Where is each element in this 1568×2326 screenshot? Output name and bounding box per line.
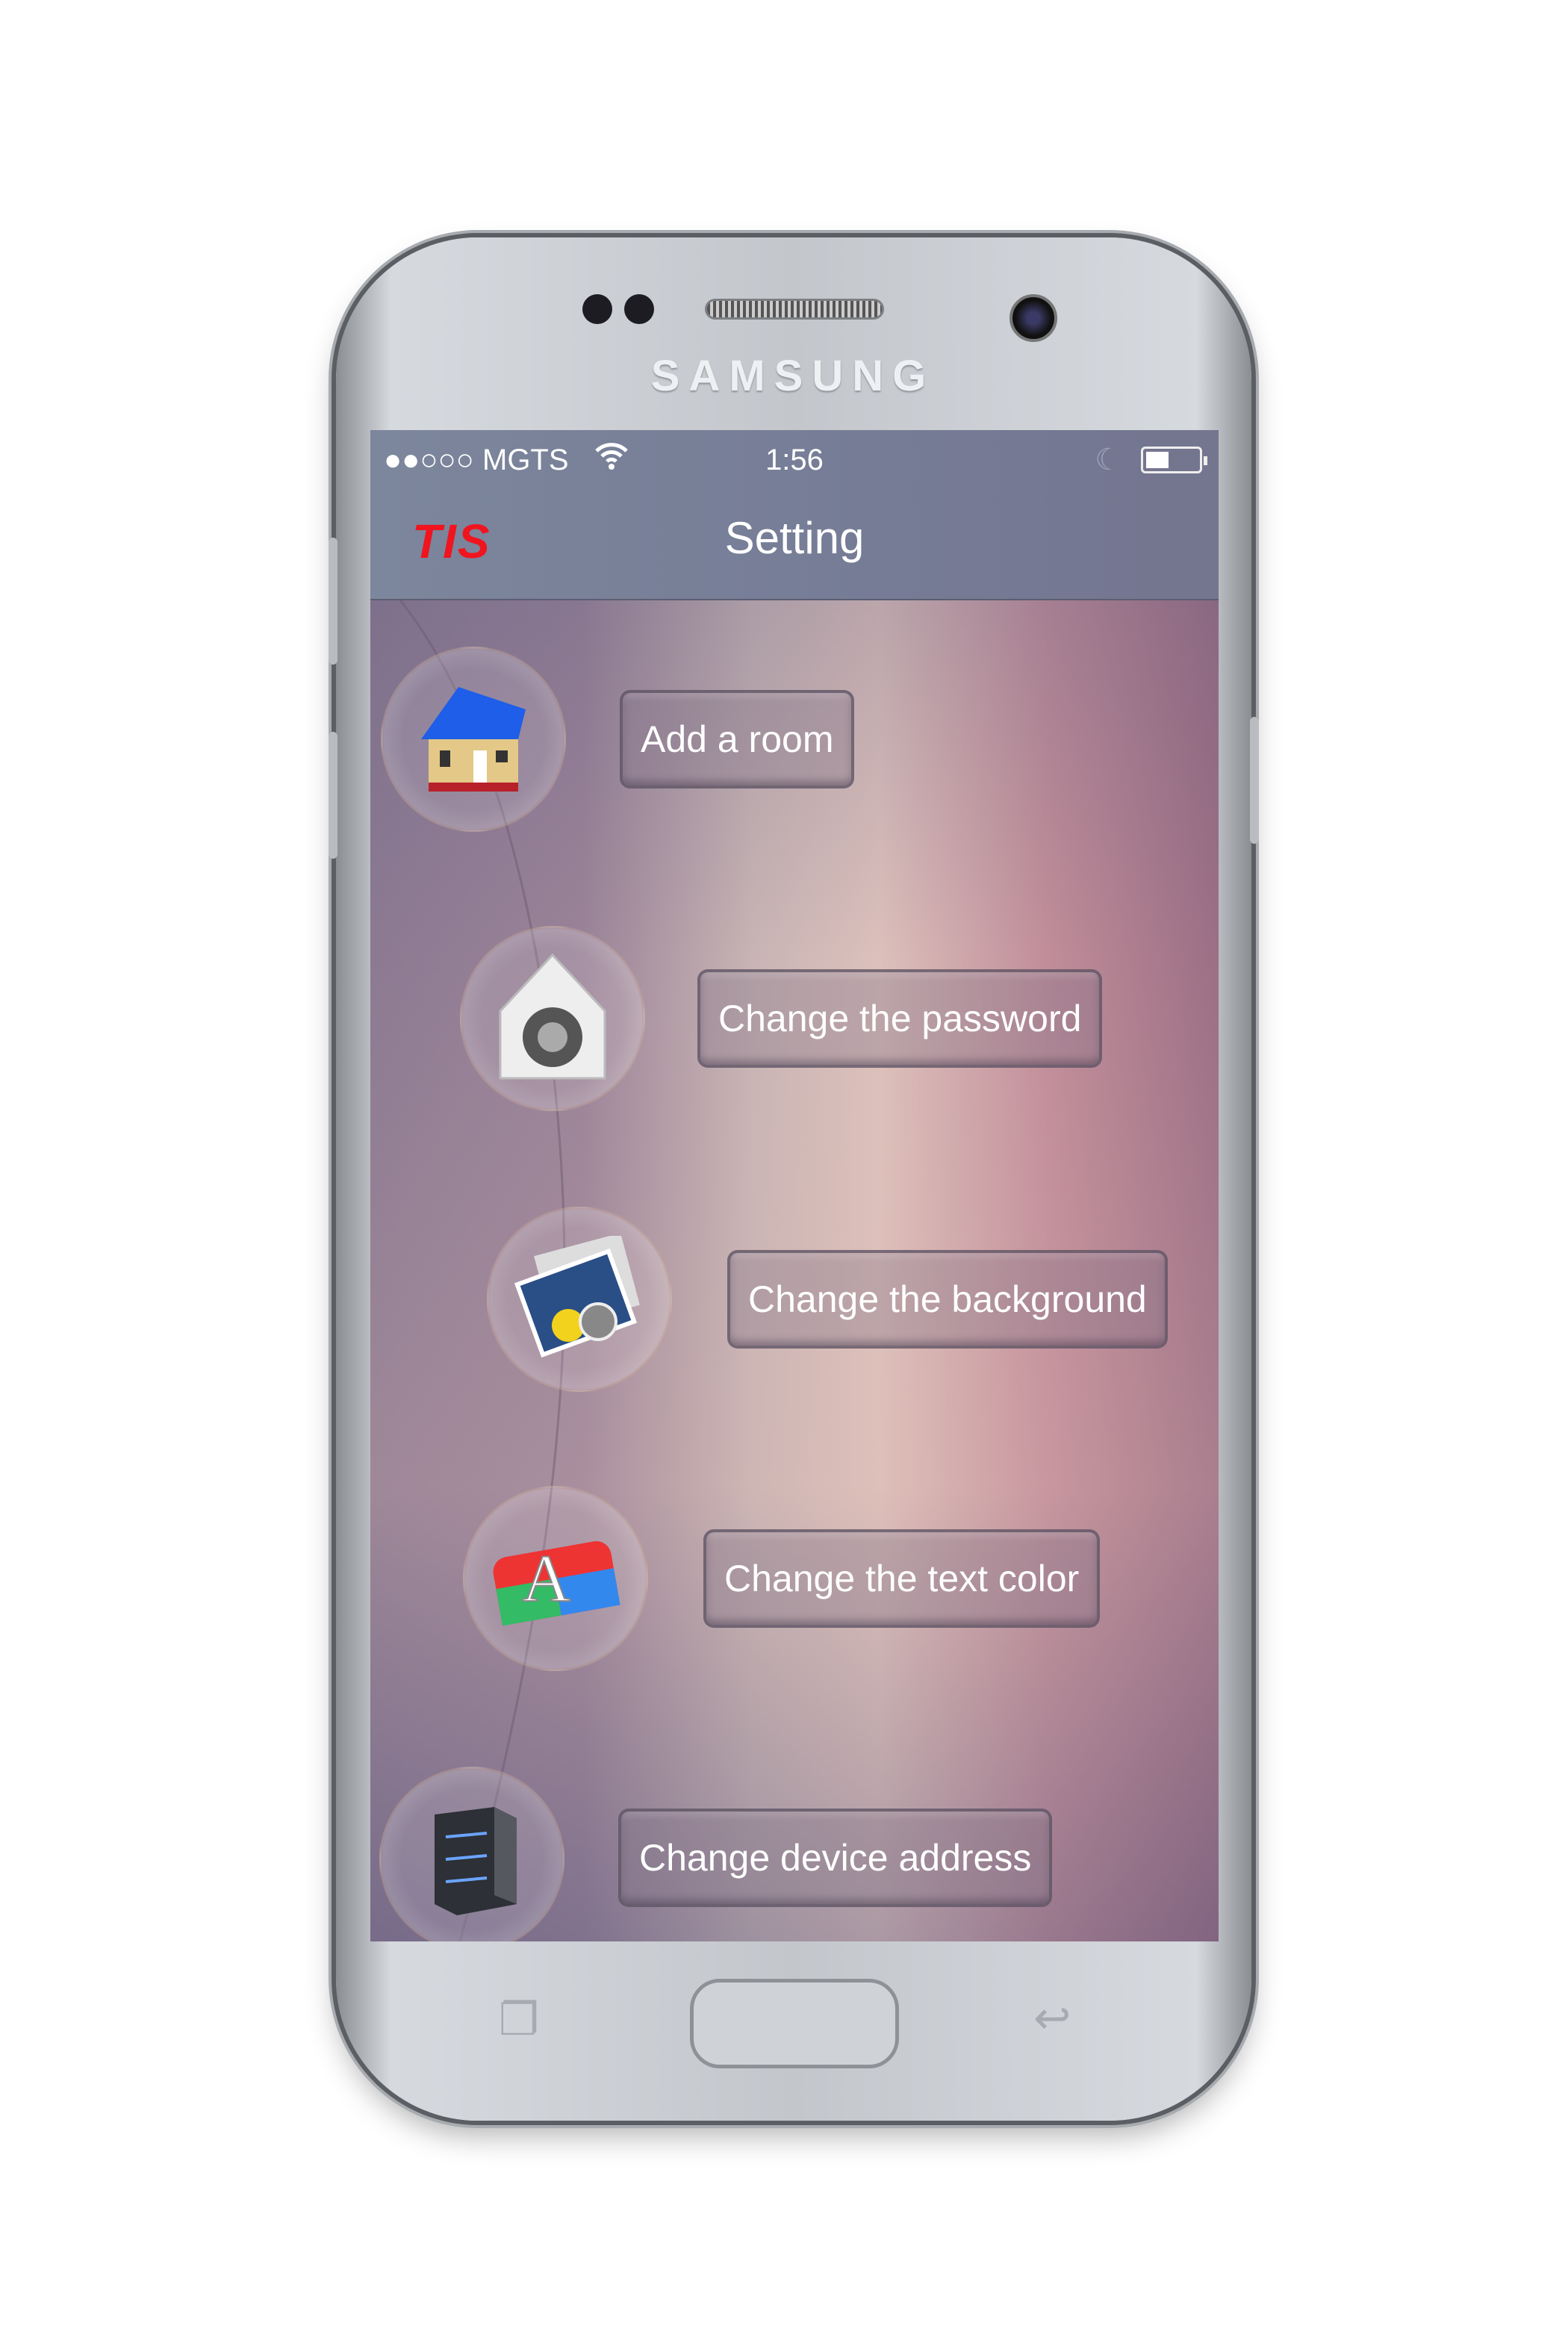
home-button[interactable] xyxy=(690,1979,899,2068)
change-device-address-button[interactable]: Change device address xyxy=(618,1809,1053,1907)
earpiece-speaker xyxy=(705,299,884,320)
page-title: Setting xyxy=(724,513,865,563)
sensor-icon xyxy=(624,294,654,324)
back-icon[interactable]: ↩ xyxy=(1033,1992,1071,2044)
power-button xyxy=(1250,717,1259,844)
device-brand: SAMSUNG xyxy=(650,352,936,400)
volume-up-button xyxy=(329,538,337,665)
front-camera-icon xyxy=(1009,294,1057,342)
change-password-button[interactable]: Change the password xyxy=(697,969,1103,1068)
safe-lock-icon[interactable] xyxy=(460,926,645,1111)
clock: 1:56 xyxy=(765,444,824,476)
app-screen: ●●○○○ MGTS 1:56 ☾ TIS Setting Add a room… xyxy=(370,430,1219,1941)
sensor-icon xyxy=(582,294,612,324)
svg-text:A: A xyxy=(522,1542,570,1616)
photos-icon[interactable] xyxy=(487,1207,672,1392)
top-bar: ●●○○○ MGTS 1:56 ☾ TIS Setting xyxy=(370,430,1219,600)
server-icon[interactable] xyxy=(379,1767,564,1941)
font-color-icon[interactable]: A xyxy=(463,1486,648,1671)
recent-apps-icon[interactable]: ❐ xyxy=(499,1994,539,2046)
add-room-button[interactable]: Add a room xyxy=(620,690,855,789)
change-background-button[interactable]: Change the background xyxy=(727,1250,1168,1349)
do-not-disturb-moon-icon: ☾ xyxy=(1095,444,1121,476)
change-text-color-button[interactable]: Change the text color xyxy=(703,1529,1101,1628)
battery-icon xyxy=(1141,447,1207,473)
house-icon[interactable] xyxy=(381,647,566,832)
volume-down-button xyxy=(329,732,337,859)
